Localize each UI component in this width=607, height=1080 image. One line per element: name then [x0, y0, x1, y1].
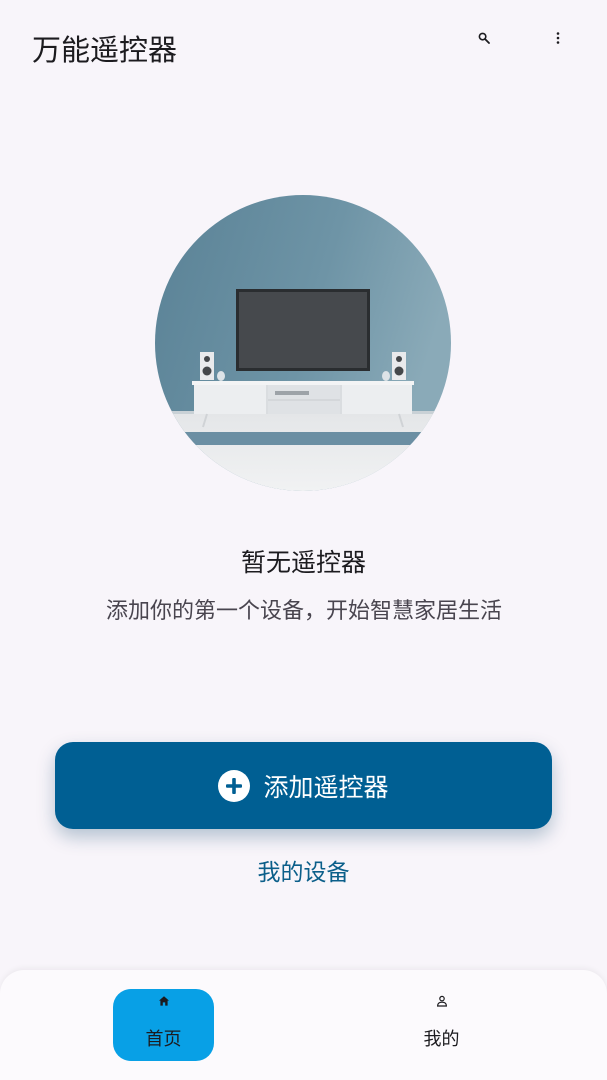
app-title: 万能遥控器	[32, 33, 178, 67]
add-circle-icon	[218, 769, 251, 802]
search-button[interactable]	[472, 26, 496, 50]
nav-label-home: 首页	[145, 1029, 182, 1050]
search-icon	[478, 32, 490, 44]
person-icon	[436, 995, 447, 1007]
empty-state-title: 暂无遥控器	[240, 548, 366, 577]
more-vert-icon	[556, 32, 560, 44]
nav-label-mine: 我的	[423, 1029, 460, 1050]
home-icon	[158, 996, 169, 1006]
add-remote-label: 添加遥控器	[263, 772, 389, 802]
nav-item-mine[interactable]: 我的	[391, 989, 492, 1061]
empty-state-description: 添加你的第一个设备，开始智慧家居生活	[105, 599, 502, 624]
my-devices-link[interactable]: 我的设备	[0, 853, 607, 893]
tv-room-illustration	[155, 195, 451, 491]
nav-item-home[interactable]: 首页	[113, 989, 214, 1061]
more-options-button[interactable]	[546, 26, 570, 50]
bottom-navigation: 首页 我的	[0, 970, 607, 1080]
add-remote-button[interactable]: 添加遥控器	[55, 742, 552, 829]
